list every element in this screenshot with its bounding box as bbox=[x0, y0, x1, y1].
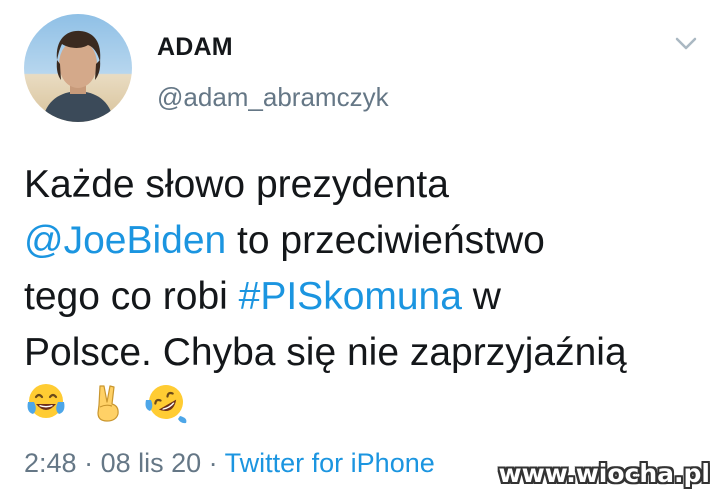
chevron-down-icon[interactable] bbox=[673, 34, 699, 54]
tweet-line-3-start: tego co robi bbox=[24, 275, 239, 318]
tweet-text: Każde słowo prezydenta @JoeBiden to prze… bbox=[24, 157, 714, 381]
tweet-line-3: tego co robi #PISkomuna w bbox=[24, 269, 714, 325]
user-avatar-icon bbox=[42, 30, 114, 122]
meta-separator-2: · bbox=[201, 448, 225, 478]
tweet-line-2: @JoeBiden to przeciwieństwo bbox=[24, 213, 714, 269]
tweet-date[interactable]: 08 lis 20 bbox=[101, 448, 202, 478]
tweet-card: ADAM @adam_abramczyk Każde słowo prezyde… bbox=[0, 0, 720, 498]
meta-separator: · bbox=[76, 448, 101, 478]
tweet-meta: 2:48 · 08 lis 20 · Twitter for iPhone bbox=[24, 448, 435, 479]
tweet-line-3-end: w bbox=[461, 275, 501, 318]
rolling-laughing-emoji-icon bbox=[145, 385, 187, 424]
tweet-time[interactable]: 2:48 bbox=[24, 448, 77, 478]
author-name[interactable]: ADAM bbox=[157, 33, 233, 62]
tweet-line-4: Polsce. Chyba się nie zaprzyjaźnią bbox=[24, 331, 627, 374]
avatar[interactable] bbox=[24, 14, 132, 122]
mention-link[interactable]: @JoeBiden bbox=[24, 219, 226, 262]
tweet-source-link[interactable]: Twitter for iPhone bbox=[225, 448, 435, 478]
author-handle[interactable]: @adam_abramczyk bbox=[157, 82, 389, 113]
tweet-line-2-text: to przeciwieństwo bbox=[226, 219, 545, 262]
tweet-line-1: Każde słowo prezydenta bbox=[24, 163, 449, 206]
tears-of-joy-emoji-icon bbox=[27, 384, 65, 418]
watermark: www.wiocha.pl bbox=[498, 459, 710, 488]
victory-hand-emoji-icon bbox=[97, 385, 119, 422]
hashtag-link[interactable]: #PISkomuna bbox=[239, 275, 462, 318]
